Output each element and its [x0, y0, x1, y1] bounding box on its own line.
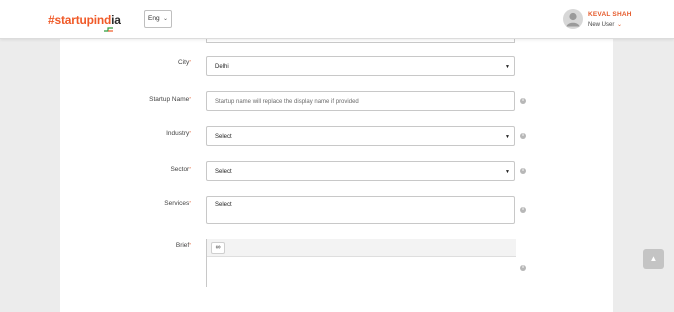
- services-value: Select: [215, 202, 232, 208]
- city-select[interactable]: Delhi ▼: [206, 56, 515, 76]
- logo-ind: ind: [93, 13, 112, 27]
- logo-tricolor-mark: [104, 27, 113, 32]
- chevron-down-icon: ⌄: [162, 16, 168, 22]
- caret-up-icon: ▲: [649, 254, 658, 263]
- brief-editor[interactable]: ∞: [206, 239, 516, 287]
- industry-label: Industry*: [166, 130, 191, 137]
- top-header: #startupindia Eng ⌄ KEVAL SHAH New User …: [0, 0, 674, 39]
- city-value: Delhi: [215, 64, 229, 70]
- caret-down-icon: ▼: [505, 134, 510, 140]
- chevron-down-icon: ⌄: [617, 22, 623, 28]
- sector-select[interactable]: Select ▼: [206, 161, 515, 181]
- info-icon[interactable]: i: [520, 207, 526, 213]
- caret-down-icon: ▼: [505, 169, 510, 175]
- startup-name-label: Startup Name*: [149, 96, 191, 103]
- info-icon[interactable]: i: [520, 98, 526, 104]
- startup-name-input[interactable]: Startup name will replace the display na…: [206, 91, 515, 111]
- link-icon[interactable]: ∞: [211, 242, 225, 254]
- language-select[interactable]: Eng ⌄: [144, 10, 172, 28]
- city-label: City*: [178, 59, 191, 66]
- user-role-menu[interactable]: New User ⌄: [588, 21, 622, 28]
- brief-label: Brief*: [175, 242, 191, 249]
- info-icon[interactable]: i: [520, 265, 526, 271]
- caret-down-icon: ▼: [505, 64, 510, 70]
- user-avatar-icon[interactable]: [563, 9, 583, 29]
- industry-select[interactable]: Select ▼: [206, 126, 515, 146]
- sector-label: Sector*: [170, 166, 191, 173]
- startupindia-logo[interactable]: #startupindia: [48, 13, 121, 27]
- language-value: Eng: [148, 15, 160, 22]
- logo-ia: ia: [111, 13, 121, 27]
- sector-value: Select: [215, 169, 232, 175]
- logo-startup: startup: [54, 13, 94, 27]
- startup-name-placeholder: Startup name will replace the display na…: [215, 99, 359, 105]
- services-label: Services*: [164, 200, 191, 207]
- industry-value: Select: [215, 134, 232, 140]
- user-name[interactable]: KEVAL SHAH: [588, 11, 632, 18]
- info-icon[interactable]: i: [520, 168, 526, 174]
- previous-field-bottom: [206, 39, 515, 43]
- info-icon[interactable]: i: [520, 133, 526, 139]
- editor-toolbar: ∞: [207, 239, 516, 257]
- scroll-to-top-button[interactable]: ▲: [643, 249, 664, 269]
- user-role-label: New User: [588, 22, 615, 28]
- services-multiselect[interactable]: Select: [206, 196, 515, 224]
